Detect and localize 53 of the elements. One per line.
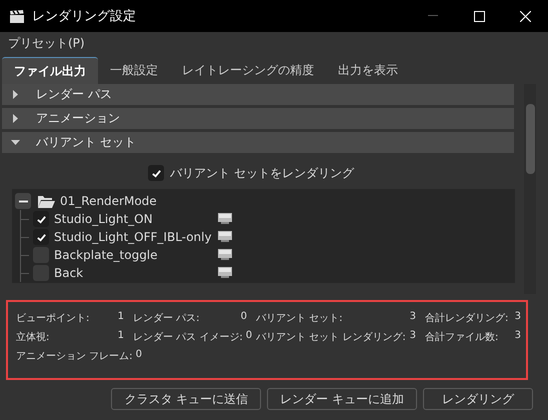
action-button[interactable]: レンダー キューに追加 — [267, 388, 417, 410]
tree-item[interactable]: Backplate_toggle — [54, 248, 218, 262]
tree-item[interactable]: Studio_Light_OFF_IBL-only — [54, 230, 218, 244]
stat-label: ビューポイント: — [16, 312, 90, 324]
tree-item[interactable]: Studio_Light_ON — [54, 212, 218, 226]
tree-item[interactable]: Back — [54, 266, 218, 280]
folder-icon — [38, 194, 55, 208]
thumbnail-icon — [218, 213, 232, 225]
stat-label: バリアント セット レンダリング: — [256, 330, 406, 344]
tab[interactable]: ファイル出力 — [2, 57, 98, 84]
stat-label: アニメーション フレーム: — [16, 350, 133, 362]
thumbnail-icon — [218, 231, 232, 243]
stat-value: 3 — [410, 330, 416, 342]
stat-value: 3 — [514, 310, 521, 324]
check-icon — [150, 168, 162, 178]
checkbox-label: バリアント セットをレンダリング — [170, 164, 354, 182]
stat-value: 3 — [410, 310, 416, 324]
stat-value: 3 — [514, 330, 521, 342]
stat-label: レンダー パス イメージ: — [133, 330, 243, 344]
clapperboard-icon — [10, 10, 24, 22]
tree-item[interactable]: 01_RenderMode — [60, 194, 157, 208]
stat-label: 立体視: — [16, 330, 50, 344]
stat-value: 1 — [118, 310, 124, 324]
close-icon — [520, 10, 530, 22]
section-header[interactable]: レンダー パス — [2, 84, 514, 105]
stat-label: バリアント セット: — [256, 312, 343, 324]
tab[interactable]: 一般設定 — [98, 57, 170, 84]
checkbox[interactable] — [148, 165, 164, 181]
minimize-icon — [428, 15, 438, 17]
tab[interactable]: 出力を表示 — [326, 57, 410, 84]
thumbnail-icon — [218, 267, 232, 279]
thumbnail-icon — [218, 249, 232, 261]
stat-value: 0 — [240, 310, 247, 324]
section-header[interactable]: バリアント セット — [2, 132, 514, 153]
checkbox[interactable] — [33, 229, 49, 245]
tab[interactable]: レイトレーシングの精度 — [170, 57, 326, 84]
action-button[interactable]: クラスタ キューに送信 — [111, 388, 262, 410]
menu-item[interactable]: プリセット(P) — [8, 34, 85, 52]
stat-label: 合計レンダリング: — [425, 312, 508, 324]
check-icon — [36, 232, 46, 242]
stat-value: 0 — [246, 330, 252, 342]
check-icon — [36, 214, 46, 224]
stat-value: 1 — [118, 330, 124, 342]
window-title: レンダリング設定 — [32, 8, 137, 25]
stat-label: 合計ファイル数: — [425, 330, 498, 344]
collapse-button[interactable] — [15, 193, 31, 209]
action-button[interactable]: レンダリング — [423, 388, 533, 410]
checkbox[interactable] — [33, 211, 49, 227]
maximize-icon — [474, 10, 484, 22]
stat-value: 0 — [136, 348, 142, 362]
scrollbar[interactable] — [524, 84, 536, 294]
section-header[interactable]: アニメーション — [2, 108, 514, 129]
stat-label: レンダー パス: — [133, 312, 200, 324]
